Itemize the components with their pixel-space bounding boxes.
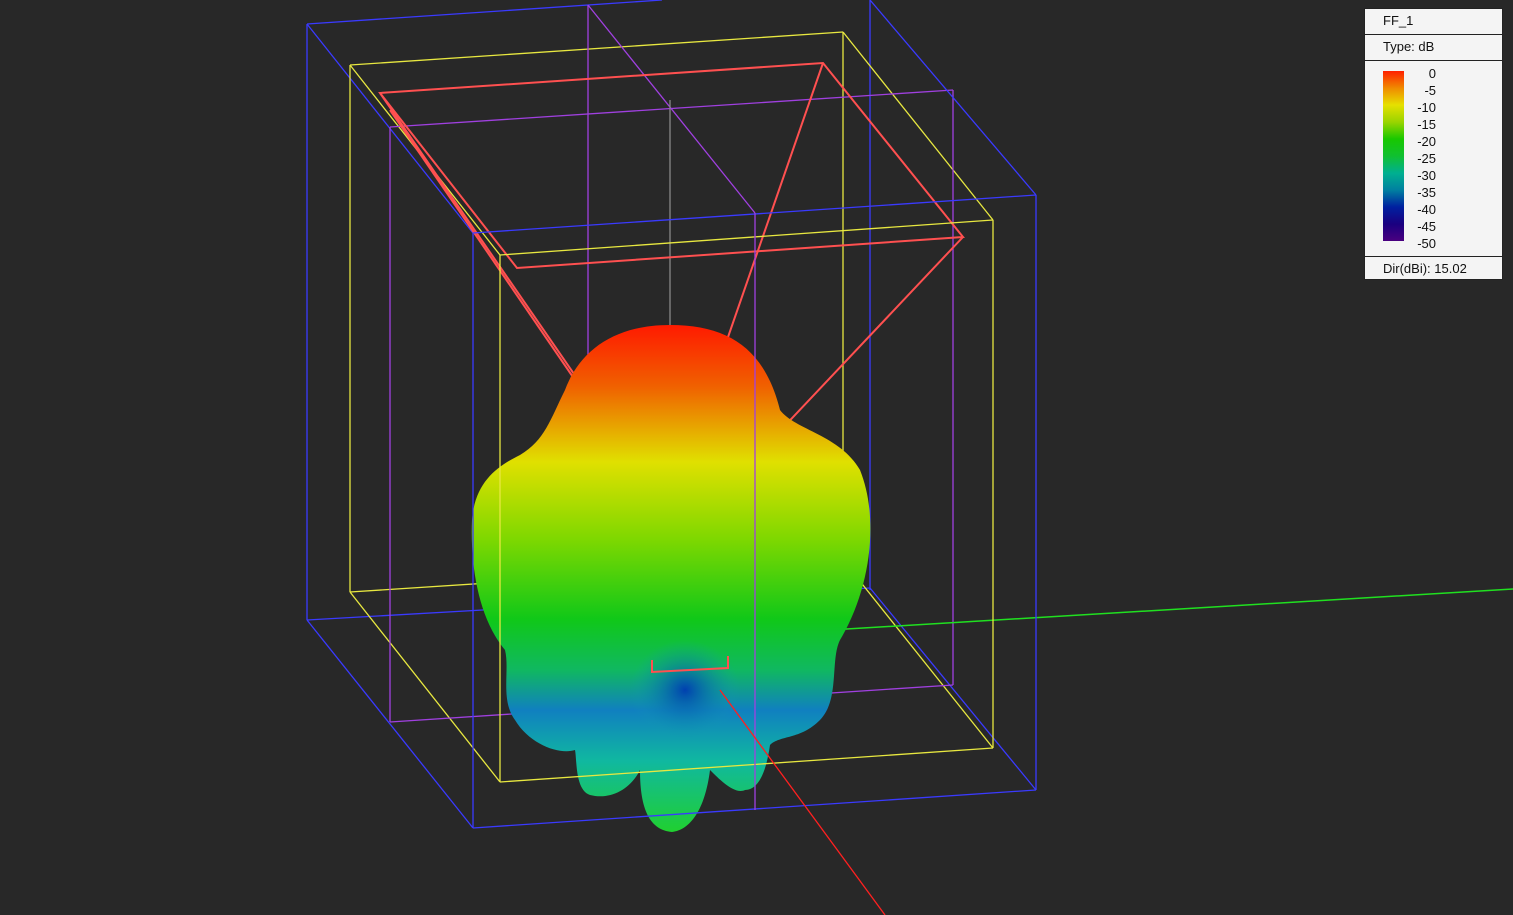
legend-type: Type: dB (1365, 35, 1502, 61)
colorbar-tick: -40 (1417, 202, 1436, 217)
colorbar-tick: -10 (1417, 100, 1436, 115)
colorbar-tick: -35 (1417, 185, 1436, 200)
colorbar-tick: -30 (1417, 168, 1436, 183)
colorbar-tick: -5 (1424, 83, 1436, 98)
back-wireframe (306, 0, 1513, 791)
radiation-pattern (471, 325, 871, 832)
colorbar-tick: -25 (1417, 151, 1436, 166)
colorbar-tick: -20 (1417, 134, 1436, 149)
colorbar-tick: -50 (1417, 236, 1436, 251)
3d-viewport[interactable] (0, 0, 1513, 915)
y-axis (829, 588, 1513, 631)
colorbar-tick: 0 (1428, 66, 1436, 81)
colorbar-tick: -45 (1417, 219, 1436, 234)
legend-title: FF_1 (1365, 9, 1502, 35)
legend-scale: 0 -5 -10 -15 -20 -25 -30 -35 -40 -45 -50 (1365, 61, 1502, 257)
directivity-readout: Dir(dBi): 15.02 (1383, 261, 1467, 276)
colorbar-legend: FF_1 Type: dB 0 -5 -10 -15 -20 -25 -30 -35 -40 -4… (1364, 8, 1503, 280)
colorbar-tick: -15 (1417, 117, 1436, 132)
